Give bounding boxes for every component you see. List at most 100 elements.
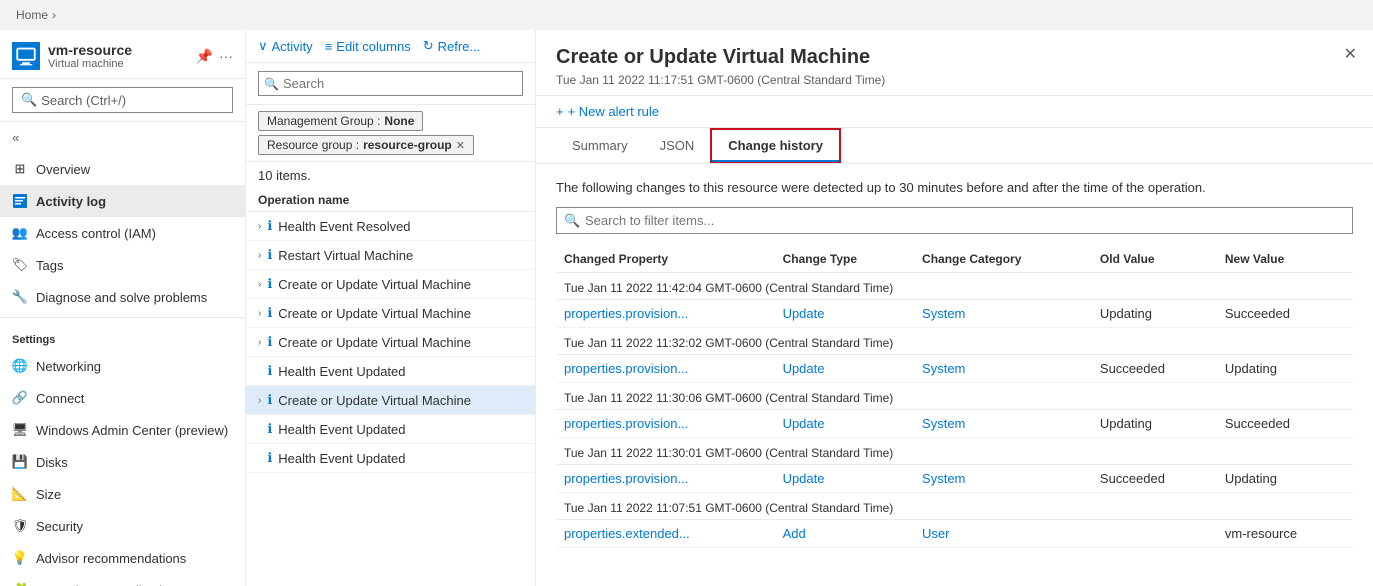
- extensions-icon: 🧩: [12, 582, 28, 586]
- table-row: properties.provision... Update System Su…: [556, 465, 1353, 493]
- info-icon: ℹ: [267, 421, 272, 437]
- item-label: Health Event Updated: [278, 451, 405, 466]
- new-value-cell: Succeeded: [1217, 300, 1353, 328]
- group-date-cell: Tue Jan 11 2022 11:30:06 GMT-0600 (Centr…: [556, 383, 1353, 410]
- table-row: properties.provision... Update System Up…: [556, 300, 1353, 328]
- resource-header: vm-resource Virtual machine 📌 ···: [0, 30, 245, 79]
- settings-section-label: Settings: [0, 322, 245, 350]
- pin-icon[interactable]: 📌: [196, 48, 213, 65]
- info-icon: ℹ: [267, 450, 272, 466]
- item-label: Health Event Updated: [278, 364, 405, 379]
- sidebar-item-security[interactable]: 🛡 Security: [0, 510, 245, 542]
- category-cell: System: [914, 410, 1092, 438]
- col-new-value: New Value: [1217, 246, 1353, 273]
- property-cell[interactable]: properties.provision...: [556, 410, 775, 438]
- edit-columns-label: Edit columns: [336, 39, 410, 54]
- sidebar-item-connect[interactable]: 🔗 Connect: [0, 382, 245, 414]
- refresh-button[interactable]: ↻ Refre...: [423, 38, 481, 54]
- table-group-header-row: Tue Jan 11 2022 11:32:02 GMT-0600 (Centr…: [556, 328, 1353, 355]
- sidebar-item-extensions[interactable]: 🧩 Extensions + applications: [0, 574, 245, 586]
- nav-divider: [0, 317, 245, 318]
- item-label: Create or Update Virtual Machine: [278, 335, 471, 350]
- sidebar-item-diagnose[interactable]: 🔧 Diagnose and solve problems: [0, 281, 245, 313]
- list-item[interactable]: › ℹ Health Event Resolved: [246, 212, 535, 241]
- tab-label: JSON: [660, 138, 695, 153]
- property-cell[interactable]: properties.extended...: [556, 520, 775, 548]
- new-value-cell: vm-resource: [1217, 520, 1353, 548]
- tab-json[interactable]: JSON: [644, 128, 711, 163]
- more-options-icon[interactable]: ···: [219, 48, 233, 64]
- list-item[interactable]: › ℹ Health Event Updated: [246, 444, 535, 473]
- group-date-cell: Tue Jan 11 2022 11:42:04 GMT-0600 (Centr…: [556, 273, 1353, 300]
- resource-title-block: vm-resource Virtual machine: [48, 42, 188, 70]
- tab-summary[interactable]: Summary: [556, 128, 644, 163]
- col-changed-property: Changed Property: [556, 246, 775, 273]
- col-old-value: Old Value: [1092, 246, 1217, 273]
- breadcrumb-home[interactable]: Home: [16, 8, 48, 22]
- info-icon: ℹ: [267, 392, 272, 408]
- old-value-cell: Succeeded: [1092, 465, 1217, 493]
- sidebar-item-access-control[interactable]: 👥 Access control (IAM): [0, 217, 245, 249]
- item-label: Health Event Resolved: [278, 219, 410, 234]
- detail-title: Create or Update Virtual Machine: [556, 46, 1353, 69]
- table-group-header-row: Tue Jan 11 2022 11:07:51 GMT-0600 (Centr…: [556, 493, 1353, 520]
- sidebar-item-overview[interactable]: ⊞ Overview: [0, 153, 245, 185]
- sidebar-item-activity-log[interactable]: Activity log: [0, 185, 245, 217]
- list-item[interactable]: › ℹ Create or Update Virtual Machine: [246, 299, 535, 328]
- sidebar-item-networking[interactable]: 🌐 Networking: [0, 350, 245, 382]
- edit-columns-button[interactable]: ≡ Edit columns: [325, 39, 411, 54]
- old-value-cell: [1092, 520, 1217, 548]
- old-value-cell: Succeeded: [1092, 355, 1217, 383]
- category-cell: System: [914, 300, 1092, 328]
- category-cell: System: [914, 465, 1092, 493]
- chevron-down-icon: ∨: [258, 38, 268, 54]
- info-icon: ℹ: [267, 363, 272, 379]
- expand-icon: ›: [258, 279, 261, 290]
- property-cell[interactable]: properties.provision...: [556, 300, 775, 328]
- sidebar-item-label: Connect: [36, 391, 84, 406]
- resource-header-actions: 📌 ···: [196, 48, 233, 65]
- tab-change-history[interactable]: Change history: [710, 128, 841, 163]
- activity-search-input[interactable]: [258, 71, 523, 96]
- property-cell[interactable]: properties.provision...: [556, 355, 775, 383]
- list-item[interactable]: › ℹ Create or Update Virtual Machine: [246, 270, 535, 299]
- vm-svg-icon: [16, 46, 36, 66]
- sidebar-item-windows-admin[interactable]: 🖥 Windows Admin Center (preview): [0, 414, 245, 446]
- sidebar-nav: ⊞ Overview Activity log 👥 Access control…: [0, 153, 245, 586]
- item-label: Restart Virtual Machine: [278, 248, 413, 263]
- list-item[interactable]: › ℹ Create or Update Virtual Machine: [246, 328, 535, 357]
- property-cell[interactable]: properties.provision...: [556, 465, 775, 493]
- remove-filter-icon[interactable]: ✕: [456, 139, 465, 152]
- expand-icon: ›: [258, 250, 261, 261]
- list-item[interactable]: › ℹ Create or Update Virtual Machine: [246, 386, 535, 415]
- sidebar-search-input[interactable]: 🔍 Search (Ctrl+/): [12, 87, 233, 113]
- list-item[interactable]: › ℹ Health Event Updated: [246, 415, 535, 444]
- info-icon: ℹ: [267, 334, 272, 350]
- tab-label: Summary: [572, 138, 628, 153]
- plus-icon: +: [556, 104, 564, 119]
- sidebar-item-tags[interactable]: 🏷 Tags: [0, 249, 245, 281]
- sidebar: vm-resource Virtual machine 📌 ··· 🔍 Sear…: [0, 30, 246, 586]
- collapse-button[interactable]: «: [0, 122, 245, 153]
- sidebar-item-disks[interactable]: 💾 Disks: [0, 446, 245, 478]
- refresh-label: Refre...: [438, 39, 481, 54]
- filter-value: None: [384, 114, 414, 128]
- expand-icon: ›: [258, 337, 261, 348]
- sidebar-item-label: Security: [36, 519, 83, 534]
- table-row: properties.provision... Update System Up…: [556, 410, 1353, 438]
- list-item[interactable]: › ℹ Health Event Updated: [246, 357, 535, 386]
- group-date-cell: Tue Jan 11 2022 11:07:51 GMT-0600 (Centr…: [556, 493, 1353, 520]
- list-item[interactable]: › ℹ Restart Virtual Machine: [246, 241, 535, 270]
- activity-button[interactable]: ∨ Activity: [258, 38, 313, 54]
- filter-key: Management Group :: [267, 114, 380, 128]
- info-icon: ℹ: [267, 247, 272, 263]
- sidebar-item-advisor[interactable]: 💡 Advisor recommendations: [0, 542, 245, 574]
- new-alert-rule-button[interactable]: + + New alert rule: [556, 104, 659, 119]
- change-filter-input[interactable]: [556, 207, 1353, 234]
- info-icon: ℹ: [267, 305, 272, 321]
- close-button[interactable]: ✕: [1344, 44, 1357, 64]
- sidebar-item-size[interactable]: 📐 Size: [0, 478, 245, 510]
- item-label: Health Event Updated: [278, 422, 405, 437]
- change-type-cell: Update: [775, 355, 914, 383]
- detail-subtitle: Tue Jan 11 2022 11:17:51 GMT-0600 (Centr…: [556, 73, 1353, 87]
